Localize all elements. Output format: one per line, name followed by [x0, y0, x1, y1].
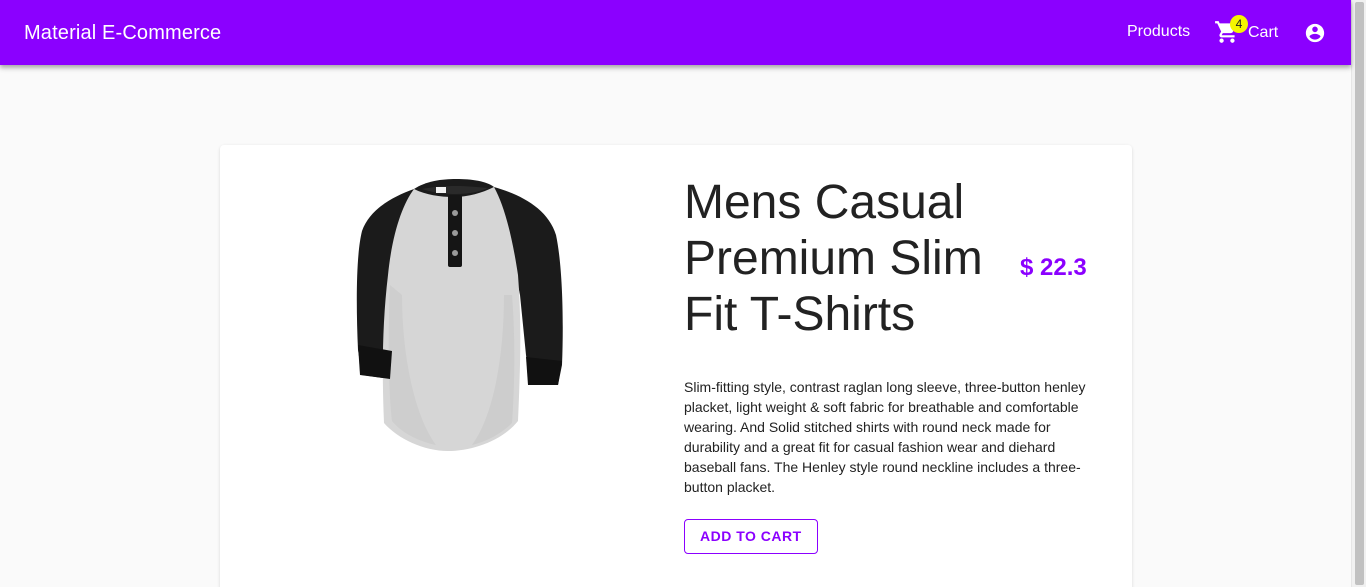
- cart-icon: 4: [1214, 15, 1248, 45]
- raglan-henley-shirt-image: [352, 175, 572, 455]
- page: Material E-Commerce Products 4 Cart Mens…: [0, 0, 1351, 587]
- cart-label: Cart: [1248, 24, 1279, 41]
- product-card: Mens Casual Premium Slim Fit T-Shirts $ …: [220, 145, 1132, 587]
- nav-products-link[interactable]: Products: [1127, 22, 1190, 42]
- product-title: Mens Casual Premium Slim Fit T-Shirts: [684, 176, 983, 341]
- add-to-cart-button[interactable]: Add to cart: [684, 519, 818, 554]
- cart-count-badge: 4: [1230, 15, 1248, 33]
- vertical-scrollbar[interactable]: [1351, 0, 1366, 587]
- scrollbar-thumb[interactable]: [1355, 2, 1364, 585]
- product-price: $ 22.3: [1020, 254, 1087, 281]
- product-description: Slim-fitting style, contrast raglan long…: [684, 379, 1086, 495]
- app-title[interactable]: Material E-Commerce: [24, 21, 221, 45]
- account-circle-icon[interactable]: [1304, 22, 1326, 44]
- nav-cart-link[interactable]: 4 Cart: [1214, 14, 1278, 50]
- app-bar: Material E-Commerce Products 4 Cart: [0, 0, 1351, 65]
